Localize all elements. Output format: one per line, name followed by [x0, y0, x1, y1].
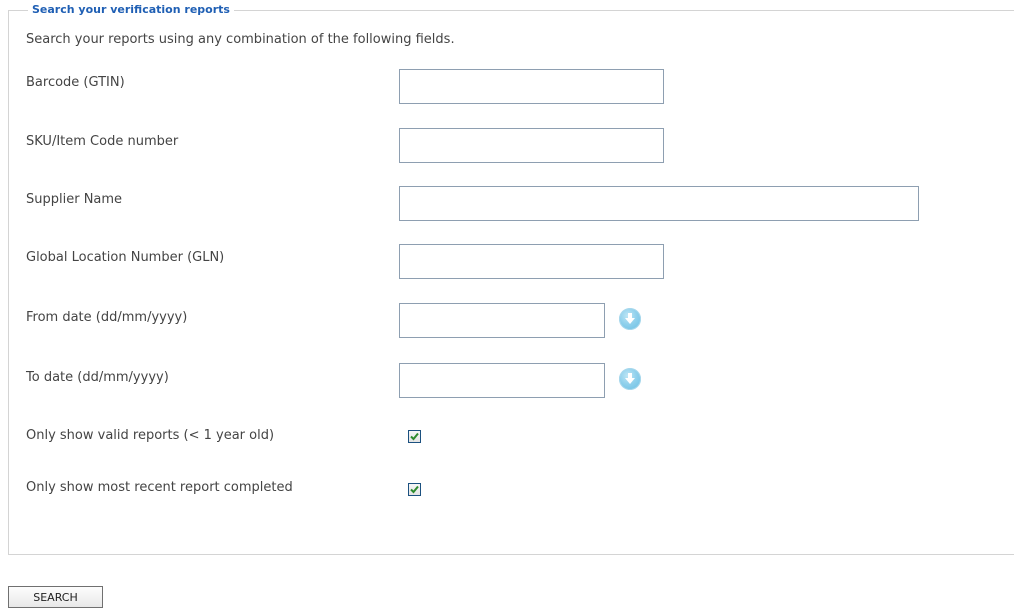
supplier-name-input[interactable]: [399, 186, 919, 221]
to-date-input[interactable]: [399, 363, 605, 398]
to-date-label: To date (dd/mm/yyyy): [26, 370, 169, 385]
from-date-label: From date (dd/mm/yyyy): [26, 310, 188, 325]
calendar-dropdown-icon[interactable]: [619, 368, 641, 390]
valid-reports-label: Only show valid reports (< 1 year old): [26, 428, 275, 443]
most-recent-report-label: Only show most recent report completed: [26, 480, 293, 495]
gln-input[interactable]: [399, 244, 664, 279]
most-recent-report-checkbox[interactable]: [408, 483, 421, 496]
sku-input[interactable]: [399, 128, 664, 163]
barcode-label: Barcode (GTIN): [26, 75, 125, 90]
valid-reports-checkbox[interactable]: [408, 430, 421, 443]
checkmark-icon: [410, 432, 419, 441]
search-instructions: Search your reports using any combinatio…: [26, 32, 455, 47]
checkmark-icon: [410, 485, 419, 494]
search-button[interactable]: SEARCH: [8, 586, 103, 608]
sku-label: SKU/Item Code number: [26, 134, 179, 149]
calendar-dropdown-icon[interactable]: [619, 308, 641, 330]
fieldset-legend: Search your verification reports: [28, 3, 234, 17]
from-date-input[interactable]: [399, 303, 605, 338]
gln-label: Global Location Number (GLN): [26, 250, 225, 265]
supplier-name-label: Supplier Name: [26, 192, 123, 207]
barcode-input[interactable]: [399, 69, 664, 104]
